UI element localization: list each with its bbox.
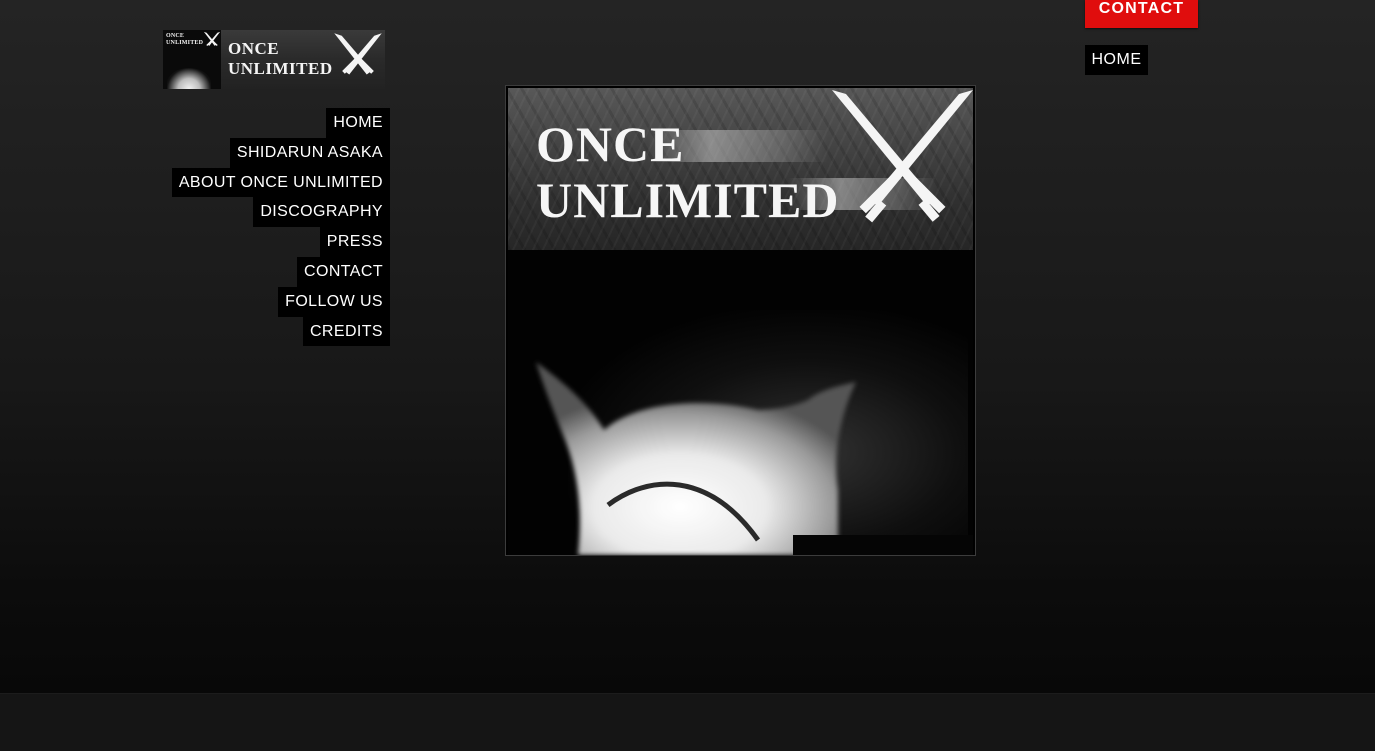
artwork-title-line1: ONCE bbox=[536, 116, 685, 172]
site-logo[interactable]: ONCE UNLIMITED ONCE UNLIMITED bbox=[163, 30, 385, 89]
logo-tiny-text: ONCE UNLIMITED bbox=[166, 33, 203, 47]
side-nav: HOME SHIDARUN ASAKA ABOUT ONCE UNLIMITED… bbox=[163, 108, 390, 347]
artwork-photo bbox=[508, 250, 973, 555]
logo-line1: ONCE bbox=[228, 39, 280, 58]
crossed-swords-icon bbox=[832, 90, 973, 223]
footer bbox=[0, 693, 1375, 751]
nav-item-shidarun-asaka[interactable]: SHIDARUN ASAKA bbox=[229, 137, 390, 168]
logo-tiny-line2: UNLIMITED bbox=[166, 40, 204, 46]
page: ONCE UNLIMITED ONCE UNLIMITED HOME SHIDA… bbox=[0, 0, 1375, 693]
artwork-title: ONCE UNLIMITED bbox=[536, 116, 839, 228]
nav-item-follow-us[interactable]: FOLLOW US bbox=[278, 286, 390, 317]
album-artwork: ONCE UNLIMITED bbox=[505, 85, 976, 556]
contact-button[interactable]: CONTACT bbox=[1085, 0, 1198, 28]
home-button[interactable]: HOME bbox=[1085, 45, 1148, 75]
logo-line2: UNLIMITED bbox=[228, 59, 333, 78]
nav-item-home[interactable]: HOME bbox=[326, 108, 390, 138]
logo-photo: ONCE UNLIMITED bbox=[163, 30, 221, 89]
nav-item-about-once-unlimited[interactable]: ABOUT ONCE UNLIMITED bbox=[171, 167, 390, 198]
nav-item-credits[interactable]: CREDITS bbox=[302, 316, 390, 347]
crossed-swords-icon bbox=[334, 33, 382, 75]
crossed-swords-icon bbox=[203, 31, 221, 47]
artwork-title-line2: UNLIMITED bbox=[536, 172, 840, 228]
nav-item-press[interactable]: PRESS bbox=[319, 227, 390, 257]
nav-item-contact[interactable]: CONTACT bbox=[297, 256, 390, 287]
artwork-banner: ONCE UNLIMITED bbox=[508, 88, 973, 250]
logo-tiny-line1: ONCE bbox=[166, 33, 185, 39]
nav-item-discography[interactable]: DISCOGRAPHY bbox=[253, 197, 390, 228]
logo-text: ONCE UNLIMITED bbox=[228, 39, 333, 79]
